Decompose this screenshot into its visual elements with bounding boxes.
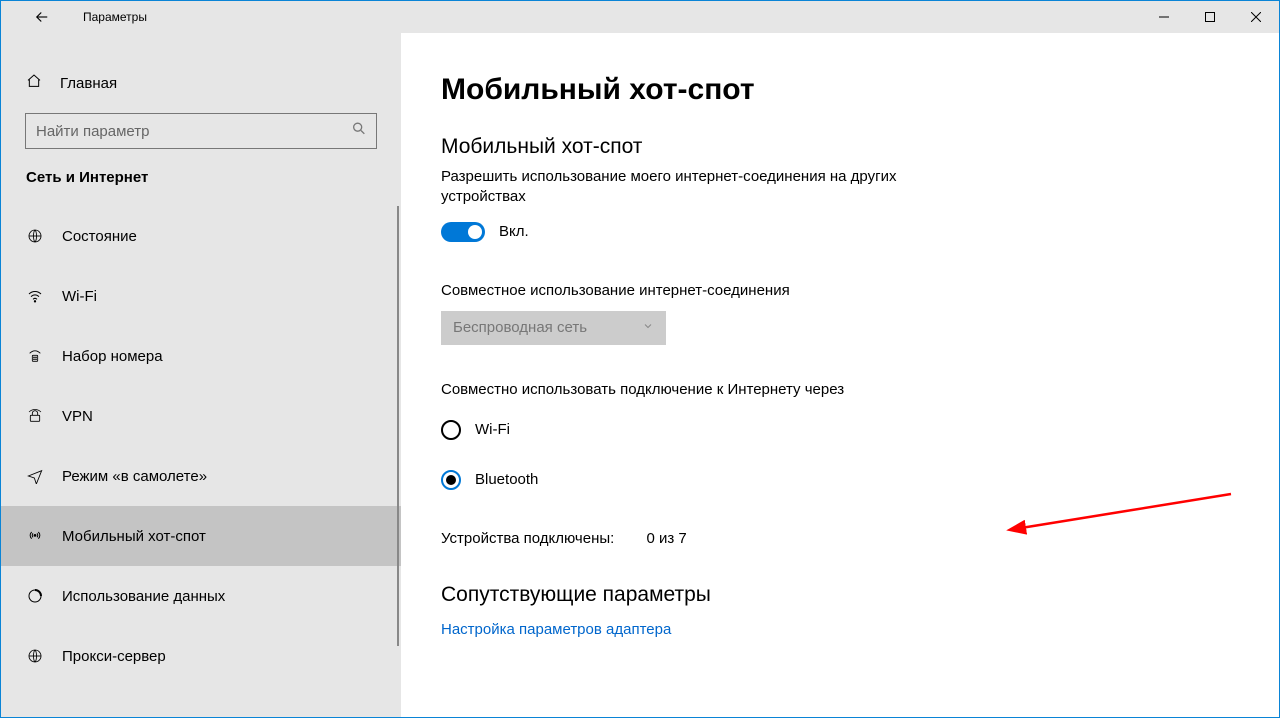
nav-item-data-usage[interactable]: Использование данных <box>1 566 401 626</box>
radio-label: Bluetooth <box>475 471 538 488</box>
devices-label: Устройства подключены: <box>441 530 614 547</box>
sidebar-home[interactable]: Главная <box>1 53 401 113</box>
nav-label: Wi-Fi <box>62 288 97 305</box>
chevron-down-icon <box>642 319 654 336</box>
nav-item-status[interactable]: Состояние <box>1 206 401 266</box>
share-via-label: Совместно использовать подключение к Инт… <box>441 381 1239 398</box>
window-title: Параметры <box>83 10 147 24</box>
related-heading: Сопутствующие параметры <box>441 583 1239 607</box>
nav-label: VPN <box>62 408 93 425</box>
nav-item-airplane[interactable]: Режим «в самолете» <box>1 446 401 506</box>
search-wrap <box>25 113 377 149</box>
search-input[interactable] <box>25 113 377 149</box>
sidebar-scrollbar[interactable] <box>397 206 399 646</box>
nav-label: Прокси-сервер <box>62 648 166 665</box>
minimize-icon <box>1159 12 1169 22</box>
nav-item-wifi[interactable]: Wi-Fi <box>1 266 401 326</box>
hotspot-toggle[interactable] <box>441 222 485 242</box>
wifi-icon <box>26 288 44 304</box>
select-value: Беспроводная сеть <box>453 319 587 336</box>
radio-icon <box>441 420 461 440</box>
vpn-icon <box>26 408 44 424</box>
window-controls <box>1141 1 1279 33</box>
devices-connected-row: Устройства подключены: 0 из 7 <box>441 530 1239 547</box>
maximize-icon <box>1205 12 1215 22</box>
main-pane: Мобильный хот-спот Мобильный хот-спот Ра… <box>401 33 1279 717</box>
dialup-icon <box>26 348 44 364</box>
close-icon <box>1251 12 1261 22</box>
nav-item-vpn[interactable]: VPN <box>1 386 401 446</box>
share-connection-label: Совместное использование интернет-соедин… <box>441 282 1239 299</box>
nav-item-hotspot[interactable]: Мобильный хот-спот <box>1 506 401 566</box>
nav-item-dialup[interactable]: Набор номера <box>1 326 401 386</box>
nav-item-proxy[interactable]: Прокси-сервер <box>1 626 401 686</box>
radio-bluetooth[interactable]: Bluetooth <box>441 460 1239 500</box>
proxy-icon <box>26 648 44 664</box>
titlebar: Параметры <box>1 1 1279 33</box>
maximize-button[interactable] <box>1187 1 1233 33</box>
radio-icon <box>441 470 461 490</box>
sidebar-home-label: Главная <box>60 75 117 92</box>
airplane-icon <box>26 468 44 484</box>
share-connection-select: Беспроводная сеть <box>441 311 666 345</box>
nav-label: Использование данных <box>62 588 225 605</box>
hotspot-icon <box>26 528 44 544</box>
globe-icon <box>26 228 44 244</box>
nav-label: Набор номера <box>62 348 163 365</box>
nav-label: Режим «в самолете» <box>62 468 207 485</box>
minimize-button[interactable] <box>1141 1 1187 33</box>
home-icon <box>26 73 42 94</box>
nav-list: Состояние Wi-Fi Набор номера <box>1 206 401 717</box>
arrow-left-icon <box>33 8 51 26</box>
devices-value: 0 из 7 <box>647 530 687 547</box>
sidebar-section-title: Сеть и Интернет <box>1 169 401 206</box>
radio-wifi[interactable]: Wi-Fi <box>441 410 1239 450</box>
adapter-settings-link[interactable]: Настройка параметров адаптера <box>441 621 1239 638</box>
page-title: Мобильный хот-спот <box>441 73 1239 107</box>
nav-label: Мобильный хот-спот <box>62 528 206 545</box>
nav-label: Состояние <box>62 228 137 245</box>
sidebar: Главная Сеть и Интернет Состояние <box>1 33 401 717</box>
hotspot-desc: Разрешить использование моего интернет-с… <box>441 167 961 208</box>
radio-label: Wi-Fi <box>475 421 510 438</box>
back-button[interactable] <box>31 6 53 28</box>
hotspot-heading: Мобильный хот-спот <box>441 135 1239 159</box>
toggle-state-label: Вкл. <box>499 223 529 240</box>
close-button[interactable] <box>1233 1 1279 33</box>
data-usage-icon <box>26 588 44 604</box>
